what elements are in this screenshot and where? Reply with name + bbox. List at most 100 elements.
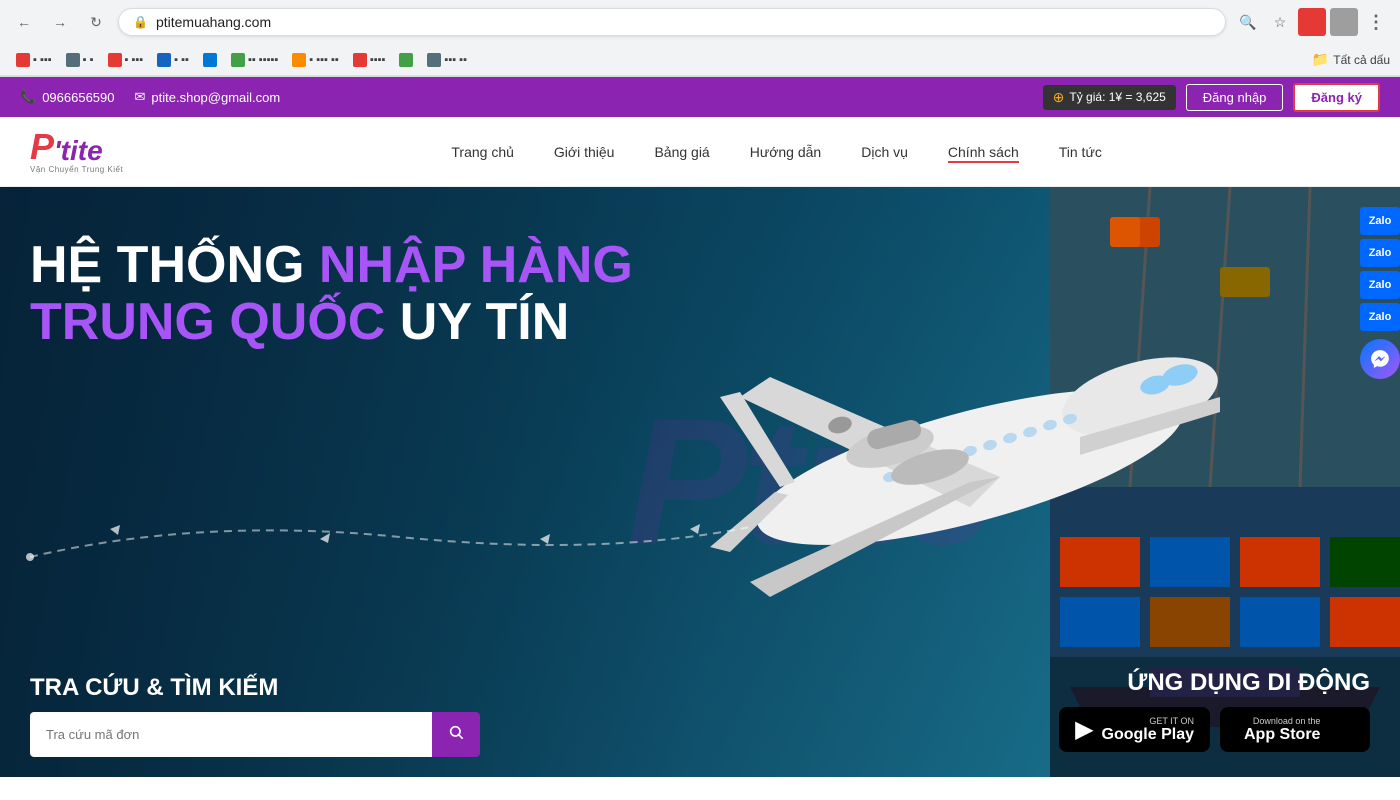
search-input-row — [30, 712, 480, 757]
bookmark-favicon-7 — [292, 53, 306, 67]
bookmark-favicon-2 — [66, 53, 80, 67]
app-store-text: Download on the App Store — [1244, 716, 1320, 744]
zalo-btn-1[interactable]: Zalo — [1360, 207, 1400, 235]
profile-icon[interactable] — [1298, 8, 1326, 36]
app-section: ỨNG DỤNG DI ĐỘNG ▶ GET IT ON Google Play… — [1059, 669, 1370, 757]
top-bar: 📞 0966656590 ✉ ptite.shop@gmail.com ⊕ Tỷ… — [0, 77, 1400, 117]
logo-subtitle: Vận Chuyển Trung Kiết — [30, 165, 123, 174]
google-play-store-name: Google Play — [1102, 726, 1194, 744]
browser-toolbar: ← → ↻ 🔒 ptitemuahang.com 🔍 ☆ ⋮ — [0, 0, 1400, 44]
nav-links: Trang chủ Giới thiệu Bảng giá Hướng dẫn … — [183, 144, 1370, 160]
google-play-icon: ▶ — [1075, 715, 1093, 744]
bookmark-label-1: ▪ ▪▪▪ — [33, 54, 52, 66]
bookmark-favicon-8 — [353, 53, 367, 67]
zalo-btn-2[interactable]: Zalo — [1360, 239, 1400, 267]
phone-icon: 📞 — [20, 89, 36, 105]
app-title: ỨNG DỤNG DI ĐỘNG — [1059, 669, 1370, 697]
bookmark-favicon-9 — [399, 53, 413, 67]
hero-section: Ptite — [0, 187, 1400, 777]
logo-p: P — [30, 129, 54, 165]
exchange-label: Tỷ giá: 1¥ = 3,625 — [1069, 90, 1165, 104]
nav-chinh-sach[interactable]: Chính sách — [948, 144, 1019, 160]
logo-image: P 'tite Vận Chuyển Trung Kiết — [30, 129, 123, 174]
url-text: ptitemuahang.com — [156, 14, 1211, 30]
extension-icon[interactable] — [1330, 8, 1358, 36]
bookmark-label-6: ▪▪ ▪▪▪▪▪ — [248, 54, 278, 66]
bookmark-favicon-1 — [16, 53, 30, 67]
bookmark-favicon-5 — [203, 53, 217, 67]
airplane-illustration — [620, 197, 1320, 697]
google-play-text: GET IT ON Google Play — [1102, 716, 1194, 744]
nav-huong-dan[interactable]: Hướng dẫn — [750, 144, 821, 160]
hero-title-line2: TRUNG QUỐC UY TÍN — [30, 294, 633, 351]
bookmark-label-10: ▪▪▪ ▪▪ — [444, 54, 467, 66]
search-icon-btn[interactable]: 🔍 — [1234, 8, 1262, 36]
app-store-button[interactable]: Download on the App Store — [1220, 707, 1370, 752]
nav-gioi-thieu[interactable]: Giới thiệu — [554, 144, 615, 160]
bookmarks-bar: ▪ ▪▪▪ ▪ ▪ ▪ ▪▪▪ ▪ ▪▪ ▪▪ ▪▪▪▪▪ ▪ ▪▪▪ ▪▪ ▪… — [0, 44, 1400, 76]
currency-icon: ⊕ — [1053, 89, 1065, 106]
nav-dich-vu[interactable]: Dịch vụ — [861, 144, 908, 160]
back-button[interactable]: ← — [10, 8, 38, 36]
zalo-sidebar: Zalo Zalo Zalo Zalo — [1360, 207, 1400, 379]
search-button[interactable] — [432, 712, 480, 757]
bookmark-label-4: ▪ ▪▪ — [174, 54, 189, 66]
browser-actions: 🔍 ☆ ⋮ — [1234, 8, 1390, 36]
bookmark-5[interactable] — [197, 50, 223, 70]
address-bar[interactable]: 🔒 ptitemuahang.com — [118, 8, 1226, 36]
airplane-svg — [620, 197, 1320, 697]
register-button[interactable]: Đăng ký — [1293, 83, 1380, 112]
bookmark-9[interactable] — [393, 50, 419, 70]
phone-contact: 📞 0966656590 — [20, 89, 115, 105]
hero-title-trung-quoc: TRUNG QUỐC — [30, 293, 400, 351]
zalo-btn-3[interactable]: Zalo — [1360, 271, 1400, 299]
bookmark-label-3: ▪ ▪▪▪ — [125, 54, 144, 66]
login-button[interactable]: Đăng nhập — [1186, 84, 1284, 111]
lock-icon: 🔒 — [133, 15, 148, 29]
bookmark-4[interactable]: ▪ ▪▪ — [151, 50, 195, 70]
website: 📞 0966656590 ✉ ptite.shop@gmail.com ⊕ Tỷ… — [0, 77, 1400, 777]
email-icon: ✉ — [135, 89, 146, 105]
folder-label: Tất cả dấu — [1333, 53, 1390, 67]
main-nav: P 'tite Vận Chuyển Trung Kiết Trang chủ … — [0, 117, 1400, 187]
app-store-name: App Store — [1244, 726, 1320, 744]
menu-button[interactable]: ⋮ — [1362, 8, 1390, 36]
exchange-rate: ⊕ Tỷ giá: 1¥ = 3,625 — [1043, 85, 1176, 110]
zalo-btn-4[interactable]: Zalo — [1360, 303, 1400, 331]
bookmark-favicon-6 — [231, 53, 245, 67]
google-play-button[interactable]: ▶ GET IT ON Google Play — [1059, 707, 1210, 752]
search-input[interactable] — [30, 712, 432, 757]
search-title: TRA CỨU & TÌM KIẾM — [30, 674, 480, 702]
nav-bang-gia[interactable]: Bảng giá — [654, 144, 709, 160]
phone-number: 0966656590 — [42, 90, 114, 105]
bookmark-8[interactable]: ▪▪▪▪ — [347, 50, 392, 70]
star-icon-btn[interactable]: ☆ — [1266, 8, 1294, 36]
app-buttons: ▶ GET IT ON Google Play Download on the … — [1059, 707, 1370, 752]
logo[interactable]: P 'tite Vận Chuyển Trung Kiết — [30, 129, 123, 174]
bookmark-favicon-10 — [427, 53, 441, 67]
app-store-download-on: Download on the — [1244, 716, 1320, 726]
hero-bottom: TRA CỨU & TÌM KIẾM ỨNG DỤNG DI ĐỘNG ▶ — [0, 649, 1400, 777]
bookmark-3[interactable]: ▪ ▪▪▪ — [102, 50, 150, 70]
bookmark-label-7: ▪ ▪▪▪ ▪▪ — [309, 54, 339, 66]
top-bar-right: ⊕ Tỷ giá: 1¥ = 3,625 Đăng nhập Đăng ký ↓ — [1043, 83, 1380, 112]
nav-tin-tuc[interactable]: Tin tức — [1059, 144, 1102, 160]
messenger-button[interactable] — [1360, 339, 1400, 379]
hero-title-line1: HỆ THỐNG NHẬP HÀNG — [30, 237, 633, 294]
reload-button[interactable]: ↻ — [82, 8, 110, 36]
folder-icon: 📁 — [1312, 51, 1329, 68]
hero-title-nhap-hang: NHẬP HÀNG — [319, 236, 633, 294]
email-address: ptite.shop@gmail.com — [151, 90, 280, 105]
bookmark-favicon-4 — [157, 53, 171, 67]
messenger-icon — [1370, 349, 1390, 369]
hero-title-he-thong: HỆ THỐNG — [30, 236, 319, 294]
bookmark-7[interactable]: ▪ ▪▪▪ ▪▪ — [286, 50, 345, 70]
nav-trang-chu[interactable]: Trang chủ — [451, 144, 514, 160]
logo-tite: 'tite — [54, 137, 103, 165]
bookmark-2[interactable]: ▪ ▪ — [60, 50, 100, 70]
bookmark-1[interactable]: ▪ ▪▪▪ — [10, 50, 58, 70]
bookmark-10[interactable]: ▪▪▪ ▪▪ — [421, 50, 473, 70]
forward-button[interactable]: → — [46, 8, 74, 36]
google-play-get-it-on: GET IT ON — [1102, 716, 1194, 726]
bookmark-6[interactable]: ▪▪ ▪▪▪▪▪ — [225, 50, 284, 70]
